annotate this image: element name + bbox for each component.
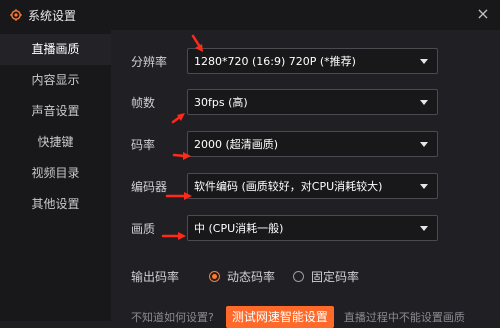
annotation-arrows <box>161 34 203 240</box>
arrow-icon <box>191 34 203 52</box>
arrow-icon <box>165 192 192 200</box>
arrow-icon <box>171 113 185 124</box>
arrow-icon <box>172 152 191 160</box>
arrow-icon <box>161 232 186 240</box>
